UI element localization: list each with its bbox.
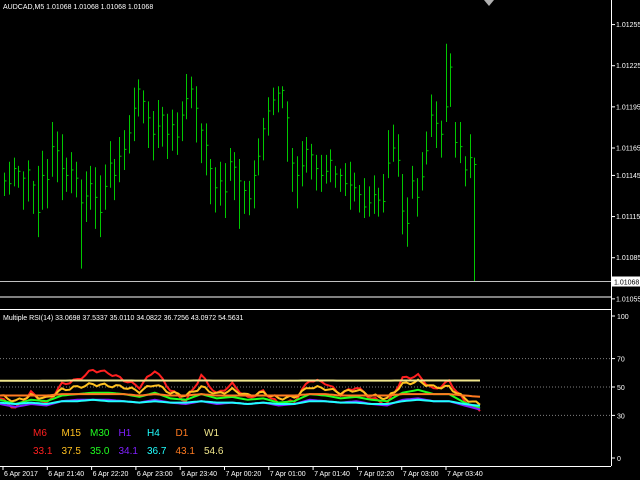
rsi-scale-label: 30 bbox=[617, 413, 625, 420]
rsi-header: Multiple RSI(14) 33.0698 37.5337 35.0110… bbox=[3, 315, 244, 322]
rsi-timeframe-label: M15 bbox=[62, 428, 82, 439]
rsi-value-label: 36.7 bbox=[147, 446, 167, 457]
rsi-scale: 100 70 50 30 0 bbox=[611, 314, 629, 463]
rsi-value-label: 34.1 bbox=[119, 446, 139, 457]
rsi-timeframe-label: H4 bbox=[147, 428, 160, 439]
price-label: 1.01145 bbox=[616, 173, 640, 180]
time-label: 6 Apr 21:40 bbox=[48, 471, 84, 478]
rsi-value-label: 43.1 bbox=[176, 446, 196, 457]
price-label: 1.01225 bbox=[616, 63, 640, 70]
rsi-timeframe-label: M6 bbox=[33, 428, 47, 439]
price-label: 1.01255 bbox=[616, 22, 640, 29]
rsi-value-label: 37.5 bbox=[62, 446, 82, 457]
rsi-value-label: 54.6 bbox=[204, 446, 224, 457]
rsi-scale-label: 70 bbox=[617, 357, 625, 364]
time-label: 7 Apr 00:20 bbox=[226, 471, 262, 478]
time-label: 6 Apr 23:00 bbox=[137, 471, 173, 478]
rsi-value-label: 35.0 bbox=[90, 446, 110, 457]
price-label: 1.01115 bbox=[616, 214, 640, 221]
rsi-timeframe-label: H1 bbox=[119, 428, 132, 439]
time-label: 7 Apr 03:00 bbox=[403, 471, 439, 478]
price-scale[interactable]: 1.01255 1.01225 1.01195 1.01165 1.01145 1.011… bbox=[611, 22, 640, 303]
time-label: 7 Apr 01:00 bbox=[270, 471, 306, 478]
time-label: 7 Apr 01:40 bbox=[314, 471, 350, 478]
chart-header: AUDCAD,M5 1.01068 1.01068 1.01068 1.0106… bbox=[3, 4, 153, 11]
trading-terminal: AUDCAD,M5 1.01068 1.01068 1.01068 1.0106… bbox=[0, 0, 640, 478]
rsi-timeframe-label: D1 bbox=[176, 428, 189, 439]
time-axis: 6 Apr 2017 6 Apr 21:40 6 Apr 22:20 6 Apr 23… bbox=[2, 466, 483, 478]
rsi-timeframe-label: M30 bbox=[90, 428, 110, 439]
time-label: 7 Apr 03:40 bbox=[447, 471, 483, 478]
price-label: 1.01085 bbox=[616, 255, 640, 262]
rsi-scale-label: 50 bbox=[617, 385, 625, 392]
time-label: 6 Apr 22:20 bbox=[93, 471, 129, 478]
price-chart-background[interactable] bbox=[0, 0, 611, 297]
current-price-box: 1.01068 bbox=[612, 276, 640, 287]
rsi-timeframe-label: W1 bbox=[204, 428, 219, 439]
rsi-scale-label: 100 bbox=[617, 314, 629, 321]
price-chart-window[interactable]: AUDCAD,M5 1.01068 1.01068 1.01068 1.0106… bbox=[0, 0, 611, 297]
price-label: 1.01055 bbox=[616, 296, 640, 303]
svg-text:1.01068: 1.01068 bbox=[614, 280, 639, 287]
time-label: 6 Apr 23:40 bbox=[181, 471, 217, 478]
rsi-value-label: 33.1 bbox=[33, 446, 53, 457]
time-label: 7 Apr 02:20 bbox=[358, 471, 394, 478]
rsi-indicator-window[interactable]: Multiple RSI(14) 33.0698 37.5337 35.0110… bbox=[0, 310, 611, 466]
price-label: 1.01195 bbox=[616, 104, 640, 111]
time-label: 6 Apr 2017 bbox=[4, 471, 38, 478]
price-label: 1.01165 bbox=[616, 146, 640, 153]
rsi-scale-label: 0 bbox=[617, 456, 621, 463]
